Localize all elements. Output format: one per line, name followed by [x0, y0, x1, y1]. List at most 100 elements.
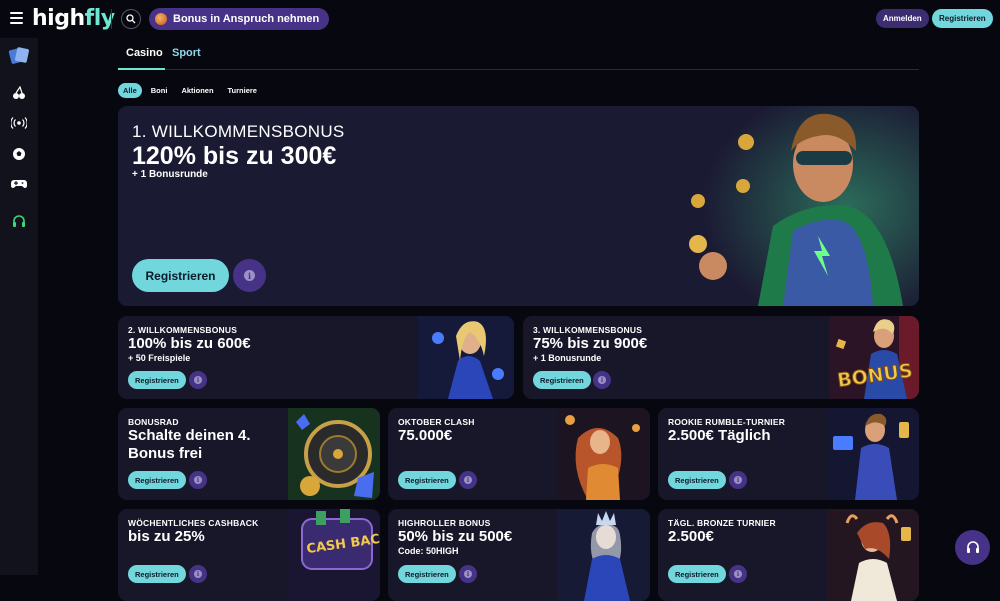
promo-kicker: OKTOBER CLASH	[398, 417, 475, 427]
promo-register-button[interactable]: Registrieren	[128, 471, 186, 489]
football-icon	[13, 148, 25, 160]
info-icon: i	[194, 570, 202, 578]
welcome-bonus-2-card[interactable]: 2. WILLKOMMENSBONUS 100% bis zu 600€ + 5…	[118, 316, 514, 399]
info-icon: i	[194, 476, 202, 484]
promo-info-button[interactable]: i	[189, 471, 207, 489]
product-tabs: Casino Sport	[118, 38, 919, 70]
sidebar-item-slots[interactable]	[0, 80, 38, 106]
info-icon: i	[244, 270, 255, 281]
promo-info-button[interactable]: i	[189, 371, 207, 389]
welcome-bonus-3-card[interactable]: BONUS 3. WILLKOMMENSBONUS 75% bis zu 900…	[523, 316, 919, 399]
sidebar-item-games[interactable]	[0, 171, 38, 197]
weekly-cashback-card[interactable]: CASH BACK WÖCHENTLICHES CASHBACK bis zu …	[118, 509, 380, 601]
tab-sport[interactable]: Sport	[172, 47, 201, 59]
cashback-illustration: CASH BACK	[288, 509, 380, 601]
promo-info-button[interactable]: i	[593, 371, 611, 389]
filter-alle[interactable]: Alle	[118, 82, 142, 98]
promo-subline: Code: 50HIGH	[398, 546, 459, 556]
promo-kicker: HIGHROLLER BONUS	[398, 518, 491, 528]
promo-info-button[interactable]: i	[459, 565, 477, 583]
hero-register-button[interactable]: Registrieren	[132, 259, 229, 292]
support-headset-icon	[13, 215, 25, 227]
rookie-hero-illustration	[827, 408, 919, 500]
casino-cards-icon	[8, 47, 29, 64]
promo-headline: 75.000€	[398, 427, 453, 444]
promo-kicker: BONUSRAD	[128, 417, 179, 427]
queen-illustration	[558, 509, 650, 601]
info-icon: i	[464, 570, 472, 578]
filter-aktionen[interactable]: Aktionen	[176, 83, 218, 98]
sidebar-item-sport[interactable]	[0, 141, 38, 167]
logo[interactable]: highfly	[32, 6, 115, 31]
info-icon: i	[598, 376, 606, 384]
gamepad-icon	[11, 180, 27, 188]
promo-kicker: 3. WILLKOMMENSBONUS	[533, 325, 643, 335]
promo-info-button[interactable]: i	[459, 471, 477, 489]
bronze-tournament-card[interactable]: TÄGL. BRONZE TURNIER 2.500€ Registrieren…	[658, 509, 919, 601]
promo-register-button[interactable]: Registrieren	[398, 565, 456, 583]
promo-kicker: TÄGL. BRONZE TURNIER	[668, 518, 776, 528]
filter-turniere[interactable]: Turniere	[223, 83, 262, 98]
search-icon	[126, 14, 136, 24]
sidebar	[0, 38, 38, 575]
promo-kicker: ROOKIE RUMBLE-TURNIER	[668, 417, 786, 427]
info-icon: i	[734, 570, 742, 578]
info-icon: i	[464, 476, 472, 484]
superhero-illustration	[678, 106, 919, 306]
divider	[111, 9, 112, 29]
active-tab-indicator	[118, 68, 165, 70]
promo-headline: 75% bis zu 900€	[533, 335, 648, 352]
rookie-rumble-card[interactable]: ROOKIE RUMBLE-TURNIER 2.500€ Täglich Reg…	[658, 408, 919, 500]
promo-register-button[interactable]: Registrieren	[668, 471, 726, 489]
bronze-goddess-illustration	[827, 509, 919, 601]
promo-info-button[interactable]: i	[189, 565, 207, 583]
promo-register-button[interactable]: Registrieren	[128, 371, 186, 389]
promo-info-button[interactable]: i	[729, 471, 747, 489]
support-chat-button[interactable]	[955, 530, 990, 565]
live-broadcast-icon	[11, 117, 27, 129]
info-icon: i	[734, 476, 742, 484]
promo-headline: 2.500€	[668, 528, 714, 545]
top-bar: highfly Bonus in Anspruch nehmen Anmelde…	[0, 0, 1000, 38]
search-button[interactable]	[121, 9, 141, 29]
claim-bonus-button[interactable]: Bonus in Anspruch nehmen	[149, 8, 330, 30]
promo-headline: Schalte deinen 4. Bonus frei	[128, 427, 251, 462]
promo-kicker: 2. WILLKOMMENSBONUS	[128, 325, 238, 335]
fairy-illustration	[558, 408, 650, 500]
promo-info-button[interactable]: i	[729, 565, 747, 583]
sidebar-item-support[interactable]	[0, 209, 38, 235]
promo-register-button[interactable]: Registrieren	[533, 371, 591, 389]
claim-bonus-label: Bonus in Anspruch nehmen	[173, 13, 320, 25]
bonusrad-card[interactable]: BONUSRAD Schalte deinen 4. Bonus frei Re…	[118, 408, 380, 500]
promo-headline: 50% bis zu 500€	[398, 528, 513, 545]
promo-kicker: WÖCHENTLICHES CASHBACK	[128, 518, 259, 528]
sidebar-item-casino[interactable]	[0, 42, 38, 68]
hero-subline: + 1 Bonusrunde	[132, 169, 208, 180]
hero-promo-card[interactable]: 1. WILLKOMMENSBONUS 120% bis zu 300€ + 1…	[118, 106, 919, 306]
heroine-illustration	[418, 316, 514, 399]
promo-subline: + 1 Bonusrunde	[533, 353, 602, 363]
sidebar-item-live[interactable]	[0, 110, 38, 136]
bonus-hero-illustration: BONUS	[829, 316, 919, 399]
promo-register-button[interactable]: Registrieren	[668, 565, 726, 583]
promo-register-button[interactable]: Registrieren	[398, 471, 456, 489]
oktober-clash-card[interactable]: OKTOBER CLASH 75.000€ Registrieren i	[388, 408, 650, 500]
filter-boni[interactable]: Boni	[146, 83, 173, 98]
headset-icon	[966, 540, 979, 553]
hero-kicker: 1. WILLKOMMENSBONUS	[132, 122, 345, 141]
bonus-wheel-illustration	[288, 408, 380, 500]
promo-headline: 100% bis zu 600€	[128, 335, 251, 352]
tab-casino[interactable]: Casino	[126, 47, 163, 59]
logo-high-text: high	[32, 6, 85, 31]
promo-subline: + 50 Freispiele	[128, 353, 191, 363]
info-icon: i	[194, 376, 202, 384]
menu-icon[interactable]	[10, 12, 23, 24]
hero-info-button[interactable]: i	[233, 259, 266, 292]
login-button[interactable]: Anmelden	[876, 9, 929, 28]
promo-headline: 2.500€ Täglich	[668, 427, 771, 444]
register-button[interactable]: Registrieren	[932, 9, 993, 28]
highroller-bonus-card[interactable]: HIGHROLLER BONUS 50% bis zu 500€ Code: 5…	[388, 509, 650, 601]
promo-register-button[interactable]: Registrieren	[128, 565, 186, 583]
promo-headline: bis zu 25%	[128, 528, 205, 545]
cherries-icon	[13, 86, 25, 99]
